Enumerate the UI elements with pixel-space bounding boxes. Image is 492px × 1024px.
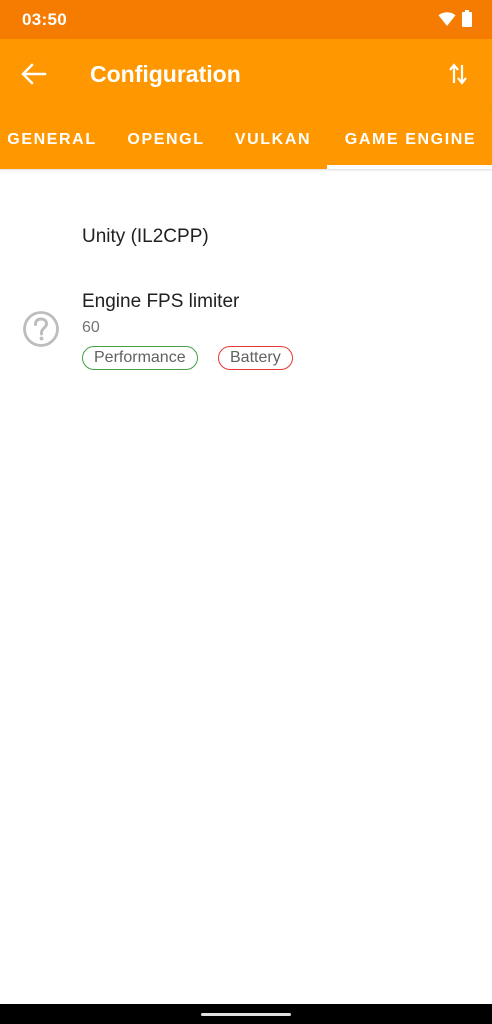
page-title: Configuration: [90, 61, 241, 87]
tab-indicator: [327, 165, 492, 169]
status-time: 03:50: [22, 10, 67, 29]
tab-game-engine[interactable]: GAME ENGINE: [329, 109, 492, 169]
tab-opengl[interactable]: OPENGL: [112, 109, 220, 169]
screen: 03:50 Configuration GENERAL OPENGL VULKA…: [0, 0, 492, 1024]
preference-summary: 60: [82, 319, 100, 336]
tab-vulkan[interactable]: VULKAN: [222, 109, 324, 169]
status-bar: 03:50: [0, 0, 492, 39]
tag-battery: Battery: [218, 346, 293, 370]
app-bar: Configuration: [0, 39, 492, 109]
preference-title: Engine FPS limiter: [82, 291, 240, 312]
engine-label: Unity (IL2CPP): [82, 226, 209, 247]
swap-vertical-icon: [449, 63, 467, 85]
tag-performance: Performance: [82, 346, 198, 370]
arrow-left-icon: [21, 63, 47, 85]
navigation-bar: [0, 1004, 492, 1024]
tab-general[interactable]: GENERAL: [0, 109, 104, 169]
tab-bar: GENERAL OPENGL VULKAN GAME ENGINE: [0, 109, 492, 169]
help-circle-icon: [22, 310, 60, 348]
back-button[interactable]: [16, 56, 52, 92]
battery-icon: [462, 10, 472, 32]
preference-item[interactable]: Engine FPS limiter 60 Performance Batter…: [0, 282, 492, 386]
home-handle[interactable]: [201, 1013, 291, 1016]
wifi-icon: [438, 11, 456, 32]
status-icons: [438, 10, 472, 32]
swap-button[interactable]: [440, 56, 476, 92]
